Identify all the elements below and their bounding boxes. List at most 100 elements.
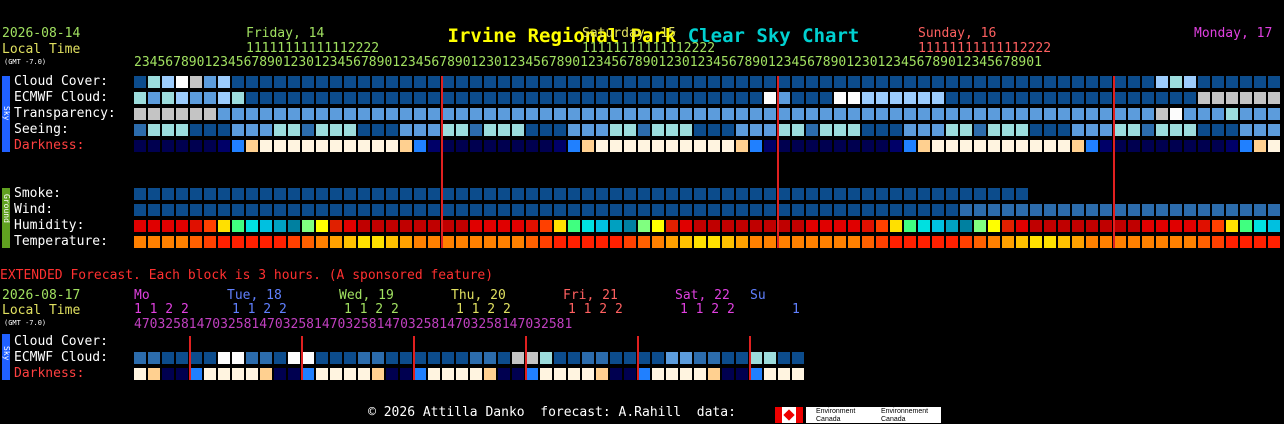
ext-darkness-block [260, 368, 272, 380]
transparency-block [344, 108, 356, 120]
humidity-block [498, 220, 510, 232]
cloud-block [512, 76, 524, 88]
cloud-block [1254, 76, 1266, 88]
ext-cloud-block [708, 352, 720, 364]
seeing-block [1128, 124, 1140, 136]
seeing-block [736, 124, 748, 136]
darkness-block [750, 140, 762, 152]
ecmwf-block [498, 92, 510, 104]
temperature-block [218, 236, 230, 248]
darkness-block [918, 140, 930, 152]
smoke-block [316, 188, 328, 200]
transparency-block [1254, 108, 1266, 120]
darkness-block [904, 140, 916, 152]
wind-block [582, 204, 594, 216]
transparency-block [512, 108, 524, 120]
seeing-block [442, 124, 454, 136]
smoke-block [722, 188, 734, 200]
seeing-block [1254, 124, 1266, 136]
ext-darkness-block [456, 368, 468, 380]
humidity-block [372, 220, 384, 232]
humidity-block [680, 220, 692, 232]
transparency-block [876, 108, 888, 120]
transparency-block [148, 108, 160, 120]
darkness-block [1072, 140, 1084, 152]
cloud-block [428, 76, 440, 88]
wind-block [162, 204, 174, 216]
ext-darkness-block [372, 368, 384, 380]
wind-block [1156, 204, 1168, 216]
darkness-block [708, 140, 720, 152]
temperature-block [442, 236, 454, 248]
wind-block [1268, 204, 1280, 216]
ext-darkness-block [498, 368, 510, 380]
darkness-block [176, 140, 188, 152]
ecmwf-block [932, 92, 944, 104]
transparency-block [1170, 108, 1182, 120]
darkness-block [1016, 140, 1028, 152]
ecmwf-block [974, 92, 986, 104]
humidity-block [204, 220, 216, 232]
ecmwf-block [1198, 92, 1210, 104]
temperature-block [526, 236, 538, 248]
seeing-block [820, 124, 832, 136]
cloud-block [1184, 76, 1196, 88]
cloud-block [764, 76, 776, 88]
temperature-block [498, 236, 510, 248]
temperature-block [918, 236, 930, 248]
transparency-block [400, 108, 412, 120]
seeing-block [190, 124, 202, 136]
ext-cloud-block [400, 352, 412, 364]
cloud-block [1128, 76, 1140, 88]
darkness-block [792, 140, 804, 152]
ext-cloud-block [764, 352, 776, 364]
smoke-block [232, 188, 244, 200]
cloud-block [232, 76, 244, 88]
ext-darkness-block [162, 368, 174, 380]
seeing-block [1156, 124, 1168, 136]
temperature-block [932, 236, 944, 248]
ecmwf-block [806, 92, 818, 104]
transparency-block [1030, 108, 1042, 120]
transparency-block [554, 108, 566, 120]
ecmwf-block [190, 92, 202, 104]
ecmwf-block [344, 92, 356, 104]
agency-name-en: Environment Canada [816, 408, 856, 423]
ecmwf-block [1002, 92, 1014, 104]
cloud-block [792, 76, 804, 88]
transparency-block [246, 108, 258, 120]
ecmwf-block [582, 92, 594, 104]
temperature-block [428, 236, 440, 248]
humidity-block [820, 220, 832, 232]
seeing-block [428, 124, 440, 136]
temperature-block [904, 236, 916, 248]
humidity-block [610, 220, 622, 232]
cloud-block [680, 76, 692, 88]
seeing-block [1016, 124, 1028, 136]
humidity-block [988, 220, 1000, 232]
cloud-block [974, 76, 986, 88]
seeing-block [400, 124, 412, 136]
temperature-block [596, 236, 608, 248]
cloud-block [652, 76, 664, 88]
humidity-block [652, 220, 664, 232]
temperature-block [414, 236, 426, 248]
wind-block [1044, 204, 1056, 216]
humidity-block [1170, 220, 1182, 232]
transparency-block [470, 108, 482, 120]
ecmwf-block [400, 92, 412, 104]
ext-cloud-block [358, 352, 370, 364]
seeing-block [638, 124, 650, 136]
transparency-block [1086, 108, 1098, 120]
seeing-block [1100, 124, 1112, 136]
ext-darkness-block [386, 368, 398, 380]
seeing-block [1268, 124, 1280, 136]
smoke-block [330, 188, 342, 200]
seeing-block [694, 124, 706, 136]
transparency-block [960, 108, 972, 120]
wind-block [1086, 204, 1098, 216]
transparency-block [988, 108, 1000, 120]
transparency-block [610, 108, 622, 120]
humidity-block [554, 220, 566, 232]
ecmwf-block [484, 92, 496, 104]
